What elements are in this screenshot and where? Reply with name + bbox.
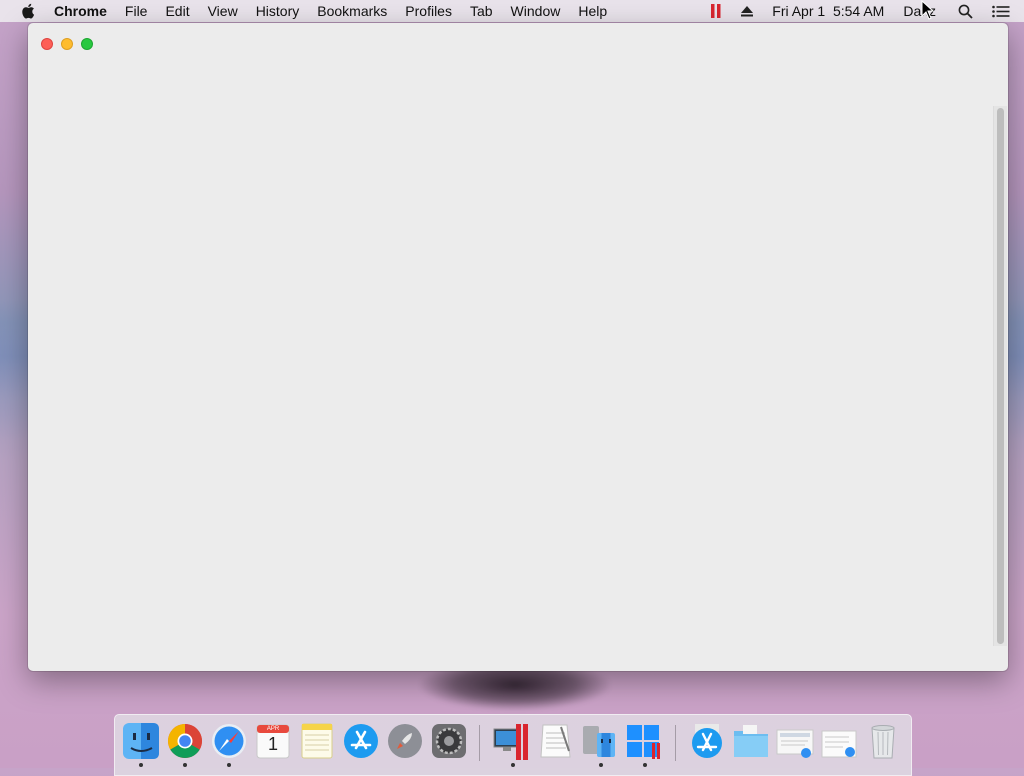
vertical-scrollbar[interactable]	[993, 106, 1007, 646]
menu-tab[interactable]: Tab	[470, 3, 493, 19]
screenshot-stack-icon[interactable]	[775, 721, 815, 761]
dock-separator	[675, 725, 676, 761]
windows-app-icon[interactable]	[623, 721, 663, 761]
parallels-running-indicator	[511, 763, 515, 767]
dock-separator	[479, 725, 480, 761]
finder-running-indicator	[139, 763, 143, 767]
menu-view[interactable]: View	[208, 3, 238, 19]
chrome-window[interactable]	[28, 23, 1008, 671]
system-preferences-icon[interactable]	[429, 721, 469, 761]
notification-center-icon[interactable]	[992, 5, 1010, 18]
calendar-month: APR	[266, 726, 280, 732]
app-store-icon[interactable]	[341, 721, 381, 761]
trash-icon[interactable]	[863, 721, 903, 761]
clock-datetime[interactable]: Fri Apr 1 5:54 AM	[772, 3, 884, 19]
spotlight-search-icon[interactable]	[958, 4, 973, 19]
chrome-running-indicator	[183, 763, 187, 767]
menu-help[interactable]: Help	[578, 3, 607, 19]
minimize-window-button[interactable]	[61, 38, 73, 50]
safari-icon[interactable]	[209, 721, 249, 761]
migration-assistant-icon[interactable]	[579, 721, 619, 761]
textedit-icon[interactable]	[535, 721, 575, 761]
documents-stack-icon[interactable]	[819, 721, 859, 761]
calendar-icon[interactable]: APR 1	[253, 721, 293, 761]
finder-icon[interactable]	[121, 721, 161, 761]
menu-window[interactable]: Window	[511, 3, 561, 19]
launchpad-icon[interactable]	[385, 721, 425, 761]
menu-profiles[interactable]: Profiles	[405, 3, 452, 19]
downloads-stack-icon[interactable]	[687, 721, 727, 761]
menu-app-name[interactable]: Chrome	[54, 3, 107, 19]
apple-logo-icon[interactable]	[17, 3, 39, 19]
windows-app-running-indicator	[643, 763, 647, 767]
chrome-icon[interactable]	[165, 721, 205, 761]
menu-file[interactable]: File	[125, 3, 148, 19]
safari-running-indicator	[227, 763, 231, 767]
close-window-button[interactable]	[41, 38, 53, 50]
eject-icon[interactable]	[741, 5, 754, 17]
scrollbar-thumb[interactable]	[997, 108, 1004, 644]
menu-bookmarks[interactable]: Bookmarks	[317, 3, 387, 19]
migration-running-indicator	[599, 763, 603, 767]
folder-icon[interactable]	[731, 721, 771, 761]
calendar-day: 1	[267, 734, 278, 754]
notes-icon[interactable]	[297, 721, 337, 761]
parallels-vm-icon[interactable]	[491, 721, 531, 761]
dock: APR 1	[114, 714, 912, 776]
parallels-icon[interactable]	[710, 4, 722, 18]
mouse-cursor-icon	[921, 0, 935, 20]
maximize-window-button[interactable]	[81, 38, 93, 50]
menu-bar: Chrome File Edit View History Bookmarks …	[0, 0, 1024, 22]
menu-history[interactable]: History	[256, 3, 300, 19]
menu-edit[interactable]: Edit	[165, 3, 189, 19]
menu-bar-status-area: Fri Apr 1 5:54 AM Dariz	[710, 0, 1024, 22]
